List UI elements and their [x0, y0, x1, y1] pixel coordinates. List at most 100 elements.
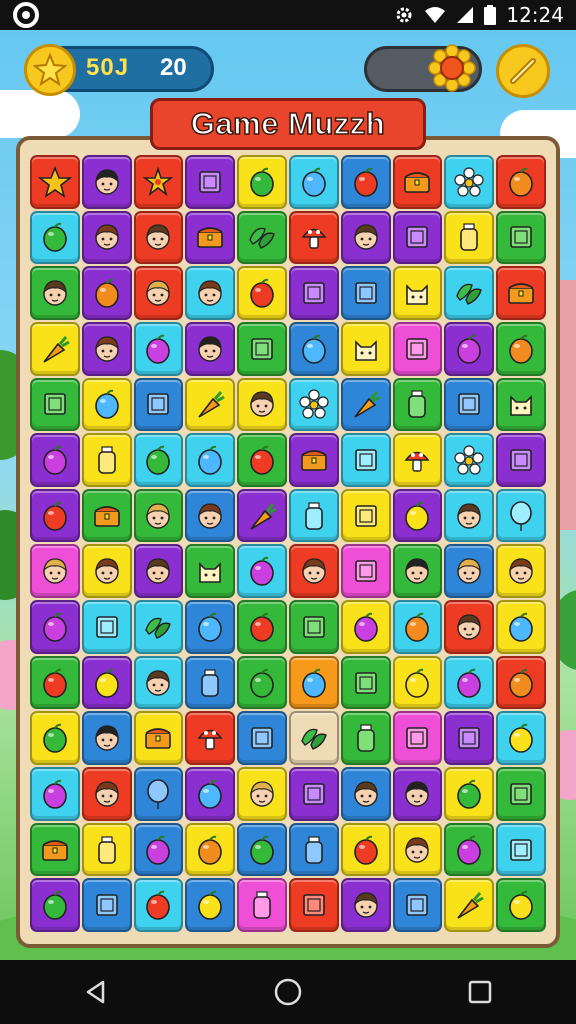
- tile-face[interactable]: [288, 544, 339, 599]
- tile-fruit[interactable]: [30, 600, 80, 654]
- tile-fruit[interactable]: [340, 600, 391, 654]
- tile-flower[interactable]: [444, 433, 495, 487]
- recents-button[interactable]: [450, 967, 510, 1017]
- tile-box[interactable]: [81, 600, 132, 654]
- tile-box[interactable]: [288, 266, 339, 320]
- tile-box[interactable]: [288, 600, 339, 654]
- tile-carrot[interactable]: [237, 488, 287, 543]
- tile-fruit[interactable]: [81, 266, 132, 320]
- tile-bottle[interactable]: [392, 377, 443, 432]
- tile-fruit[interactable]: [185, 822, 236, 877]
- tile-fruit[interactable]: [496, 711, 546, 766]
- tile-face[interactable]: [392, 544, 443, 599]
- tile-box[interactable]: [444, 377, 495, 432]
- tile-mushroom[interactable]: [288, 210, 339, 265]
- tile-box[interactable]: [444, 711, 495, 766]
- tile-box[interactable]: [392, 878, 443, 932]
- tile-face[interactable]: [81, 210, 132, 265]
- tile-fruit[interactable]: [237, 655, 287, 710]
- tile-face[interactable]: [444, 544, 495, 599]
- tile-face[interactable]: [133, 544, 184, 599]
- tile-bottle[interactable]: [81, 822, 132, 877]
- tile-fruit[interactable]: [496, 321, 546, 376]
- tile-fruit[interactable]: [444, 822, 495, 877]
- tile-box[interactable]: [340, 266, 391, 320]
- star-button[interactable]: [24, 44, 76, 96]
- tile-box[interactable]: [237, 711, 287, 766]
- tile-fruit[interactable]: [496, 655, 546, 710]
- tile-fruit[interactable]: [496, 155, 546, 209]
- tile-fruit[interactable]: [185, 600, 236, 654]
- tile-chest[interactable]: [81, 488, 132, 543]
- tile-face[interactable]: [496, 544, 546, 599]
- tile-face[interactable]: [30, 544, 80, 599]
- tile-flower[interactable]: [288, 377, 339, 432]
- tile-fruit[interactable]: [30, 655, 80, 710]
- tile-box[interactable]: [496, 767, 546, 821]
- tile-chest[interactable]: [185, 210, 236, 265]
- tile-box[interactable]: [496, 210, 546, 265]
- tile-fruit[interactable]: [133, 822, 184, 877]
- tile-fruit[interactable]: [392, 600, 443, 654]
- tile-fruit[interactable]: [30, 878, 80, 932]
- tile-box[interactable]: [185, 155, 236, 209]
- tile-box[interactable]: [340, 655, 391, 710]
- tile-chest[interactable]: [288, 433, 339, 487]
- tile-face[interactable]: [185, 321, 236, 376]
- tile-face[interactable]: [340, 210, 391, 265]
- tile-fruit[interactable]: [288, 655, 339, 710]
- back-button[interactable]: [66, 967, 126, 1017]
- tile-fruit[interactable]: [30, 488, 80, 543]
- tile-bottle[interactable]: [81, 433, 132, 487]
- tile-box[interactable]: [392, 321, 443, 376]
- tile-fruit[interactable]: [340, 822, 391, 877]
- tile-box[interactable]: [30, 377, 80, 432]
- tile-box[interactable]: [288, 878, 339, 932]
- tile-face[interactable]: [81, 155, 132, 209]
- tile-chest[interactable]: [133, 711, 184, 766]
- tile-carrot[interactable]: [185, 377, 236, 432]
- tile-fruit[interactable]: [30, 433, 80, 487]
- tile-box[interactable]: [496, 822, 546, 877]
- tile-cat[interactable]: [496, 377, 546, 432]
- tile-bottle[interactable]: [288, 488, 339, 543]
- tile-face[interactable]: [392, 767, 443, 821]
- tile-face[interactable]: [81, 321, 132, 376]
- tile-face[interactable]: [237, 377, 287, 432]
- tile-starfruit[interactable]: [133, 155, 184, 209]
- tile-bottle[interactable]: [185, 655, 236, 710]
- tile-cat[interactable]: [392, 266, 443, 320]
- tile-cat[interactable]: [340, 321, 391, 376]
- tile-face[interactable]: [30, 266, 80, 320]
- tile-fruit[interactable]: [185, 767, 236, 821]
- tile-chest[interactable]: [392, 155, 443, 209]
- tile-chest[interactable]: [30, 822, 80, 877]
- tile-fruit[interactable]: [133, 321, 184, 376]
- tile-face[interactable]: [444, 600, 495, 654]
- tile-fruit[interactable]: [237, 822, 287, 877]
- tile-fruit[interactable]: [237, 544, 287, 599]
- tile-face[interactable]: [185, 266, 236, 320]
- tile-carrot[interactable]: [30, 321, 80, 376]
- tile-flower[interactable]: [444, 155, 495, 209]
- tile-fruit[interactable]: [133, 433, 184, 487]
- tile-fruit[interactable]: [185, 433, 236, 487]
- tile-box[interactable]: [81, 878, 132, 932]
- tile-bottle[interactable]: [237, 878, 287, 932]
- tile-fruit[interactable]: [30, 711, 80, 766]
- tile-leaf[interactable]: [288, 711, 339, 766]
- tile-fruit[interactable]: [496, 878, 546, 932]
- tile-star[interactable]: [30, 155, 80, 209]
- tile-carrot[interactable]: [340, 377, 391, 432]
- tile-fruit[interactable]: [237, 433, 287, 487]
- tile-fruit[interactable]: [133, 878, 184, 932]
- tile-mushroom[interactable]: [392, 433, 443, 487]
- tile-fruit[interactable]: [30, 767, 80, 821]
- tile-face[interactable]: [340, 878, 391, 932]
- tile-fruit[interactable]: [340, 155, 391, 209]
- tile-box[interactable]: [133, 377, 184, 432]
- tile-box[interactable]: [340, 433, 391, 487]
- sun-booster-button[interactable]: [426, 42, 478, 94]
- tile-fruit[interactable]: [392, 488, 443, 543]
- tile-box[interactable]: [340, 488, 391, 543]
